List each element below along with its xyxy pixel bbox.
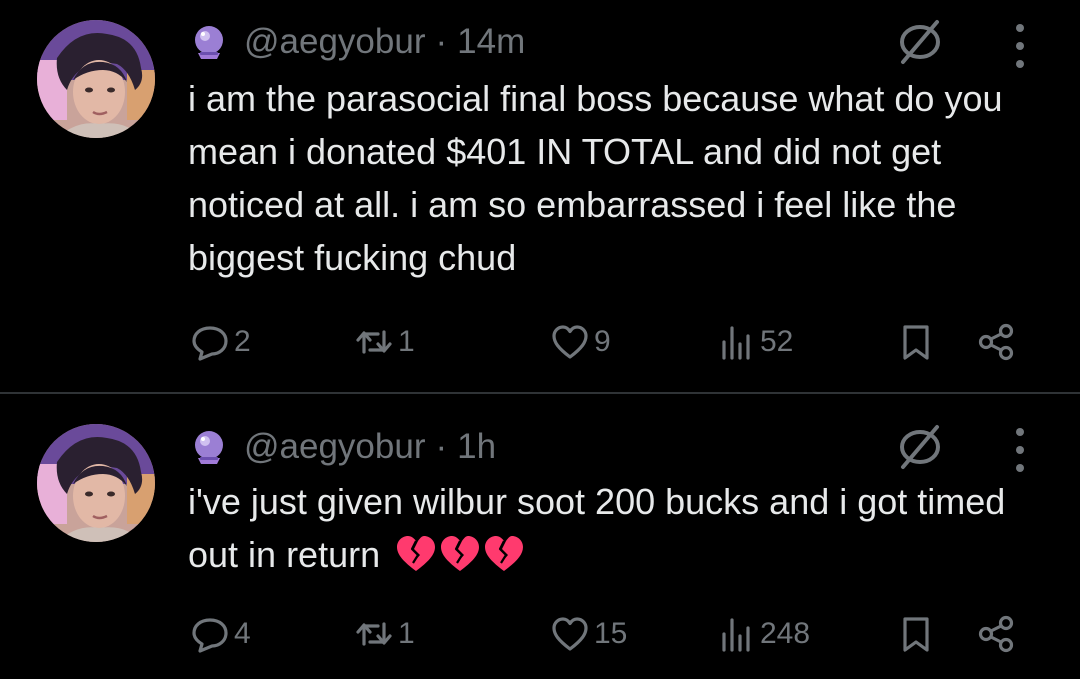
separator: · xyxy=(435,427,448,466)
like-count: 15 xyxy=(594,617,628,650)
views-button[interactable]: 52 xyxy=(716,316,793,368)
broken-heart-icon xyxy=(394,533,438,573)
bookmark-icon xyxy=(896,614,936,654)
reply-button[interactable]: 2 xyxy=(190,316,251,368)
bookmark-button[interactable] xyxy=(896,316,936,368)
more-vertical-icon[interactable] xyxy=(1006,20,1034,72)
bookmark-button[interactable] xyxy=(896,608,936,660)
share-icon xyxy=(976,322,1016,362)
tweet-text-content: i've just given wilbur soot 200 bucks an… xyxy=(188,481,1006,575)
retweet-count: 1 xyxy=(398,325,415,358)
crystal-ball-icon xyxy=(190,23,228,61)
views-count: 248 xyxy=(760,617,811,650)
tweet-header: @aegyobur · 1h xyxy=(190,421,496,473)
views-icon xyxy=(716,614,756,654)
avatar[interactable] xyxy=(37,424,155,542)
like-button[interactable]: 15 xyxy=(550,608,627,660)
username-handle[interactable]: @aegyobur xyxy=(244,427,425,467)
separator: · xyxy=(435,22,448,61)
retweet-count: 1 xyxy=(398,617,415,650)
share-button[interactable] xyxy=(976,608,1016,660)
heart-icon xyxy=(550,614,590,654)
reply-count: 4 xyxy=(234,617,251,650)
views-button[interactable]: 248 xyxy=(716,608,810,660)
action-bar: 4 1 15 248 xyxy=(0,608,1080,660)
retweet-icon xyxy=(354,322,394,362)
tweet-header: @aegyobur · 14m xyxy=(190,16,525,68)
tweet[interactable]: @aegyobur · 1h i've just given wilbur so… xyxy=(0,394,1080,679)
crystal-ball-icon xyxy=(190,428,228,466)
mute-conversation-icon[interactable] xyxy=(894,421,946,473)
views-icon xyxy=(716,322,756,362)
like-count: 9 xyxy=(594,325,611,358)
retweet-icon xyxy=(354,614,394,654)
tweet-text: i've just given wilbur soot 200 bucks an… xyxy=(188,475,1058,581)
retweet-button[interactable]: 1 xyxy=(354,608,415,660)
reply-icon xyxy=(190,322,230,362)
avatar[interactable] xyxy=(37,20,155,138)
reply-count: 2 xyxy=(234,325,251,358)
tweet-text-content: i am the parasocial final boss because w… xyxy=(188,78,1003,278)
reply-button[interactable]: 4 xyxy=(190,608,251,660)
timestamp[interactable]: 1h xyxy=(457,427,496,467)
heart-icon xyxy=(550,322,590,362)
reply-icon xyxy=(190,614,230,654)
bookmark-icon xyxy=(896,322,936,362)
views-count: 52 xyxy=(760,325,794,358)
more-vertical-icon[interactable] xyxy=(1006,424,1034,476)
broken-heart-icon xyxy=(438,533,482,573)
tweet[interactable]: @aegyobur · 14m i am the parasocial fina… xyxy=(0,0,1080,392)
broken-heart-icon xyxy=(482,533,526,573)
tweet-text: i am the parasocial final boss because w… xyxy=(188,72,1058,284)
action-bar: 2 1 9 52 xyxy=(0,316,1080,368)
mute-conversation-icon[interactable] xyxy=(894,16,946,68)
timestamp[interactable]: 14m xyxy=(457,22,525,62)
share-icon xyxy=(976,614,1016,654)
like-button[interactable]: 9 xyxy=(550,316,611,368)
username-handle[interactable]: @aegyobur xyxy=(244,22,425,62)
retweet-button[interactable]: 1 xyxy=(354,316,415,368)
broken-hearts-emoji: 💔💔💔 xyxy=(394,533,526,573)
share-button[interactable] xyxy=(976,316,1016,368)
